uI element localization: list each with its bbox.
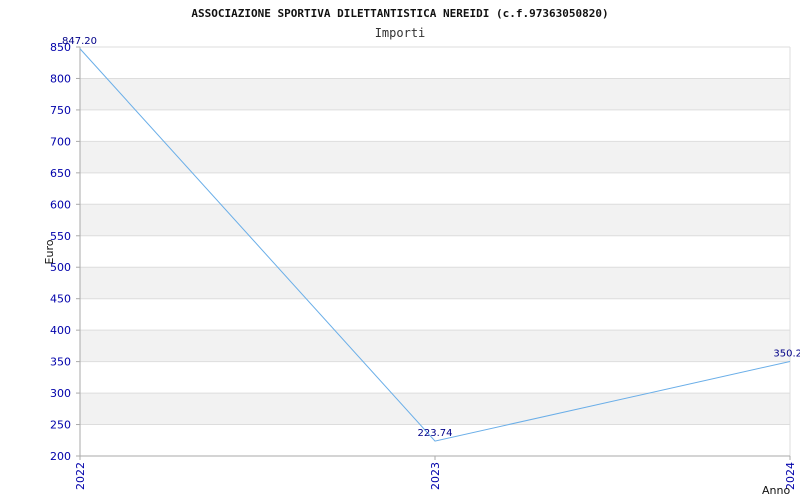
x-axis-label: Anno bbox=[762, 484, 790, 497]
plot-band bbox=[80, 393, 790, 425]
y-tick-label: 750 bbox=[50, 104, 71, 117]
data-label: 223.74 bbox=[418, 428, 453, 439]
y-axis-label: Euro bbox=[43, 239, 56, 264]
y-tick-label: 350 bbox=[50, 356, 71, 369]
plot-band bbox=[80, 204, 790, 236]
data-label: 847.20 bbox=[62, 36, 97, 47]
y-tick-label: 700 bbox=[50, 135, 71, 148]
chart-title: ASSOCIAZIONE SPORTIVA DILETTANTISTICA NE… bbox=[191, 7, 608, 20]
y-tick-label: 650 bbox=[50, 167, 71, 180]
plot-band bbox=[80, 267, 790, 299]
y-tick-label: 400 bbox=[50, 324, 71, 337]
y-tick-label: 450 bbox=[50, 293, 71, 306]
y-tick-label: 200 bbox=[50, 450, 71, 463]
plot-band bbox=[80, 141, 790, 173]
y-tick-label: 250 bbox=[50, 419, 71, 432]
plot-band bbox=[80, 78, 790, 110]
y-tick-label: 300 bbox=[50, 387, 71, 400]
data-label: 350.2 bbox=[773, 348, 800, 359]
plot-band bbox=[80, 330, 790, 362]
plot-bands bbox=[80, 78, 790, 425]
chart: 2002503003504004505005506006507007508008… bbox=[43, 7, 800, 497]
chart-subtitle: Importi bbox=[375, 26, 426, 40]
x-tick-label: 2022 bbox=[74, 462, 87, 490]
x-tick-label: 2023 bbox=[429, 462, 442, 490]
y-tick-label: 800 bbox=[50, 72, 71, 85]
y-tick-label: 600 bbox=[50, 198, 71, 211]
